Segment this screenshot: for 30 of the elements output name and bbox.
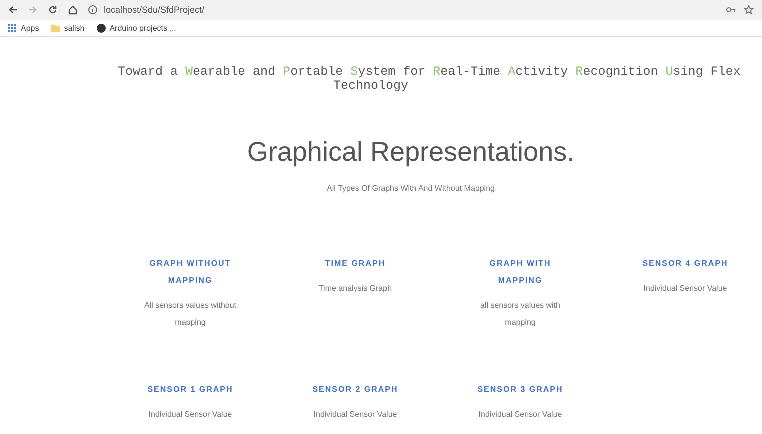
- key-icon[interactable]: [726, 5, 736, 15]
- card-title[interactable]: SENSOR 1 GRAPH: [140, 381, 240, 398]
- star-icon[interactable]: [744, 5, 754, 15]
- apps-icon: [8, 24, 17, 32]
- card-description: Individual Sensor Value: [642, 283, 728, 295]
- section-heading: Graphical Representations.: [246, 137, 576, 168]
- home-icon[interactable]: [68, 5, 78, 15]
- info-icon[interactable]: [88, 5, 98, 15]
- address-field[interactable]: localhost/Sdu/SfdProject/: [104, 5, 205, 15]
- bookmark[interactable]: Arduino projects ...: [110, 24, 176, 32]
- bookmark[interactable]: salish: [64, 24, 85, 32]
- card-title[interactable]: SENSOR 2 GRAPH: [306, 381, 406, 398]
- card-description: Individual Sensor Value: [478, 409, 564, 421]
- card-description: All sensors values without mapping: [143, 300, 238, 329]
- card-title[interactable]: GRAPH WITH MAPPING: [470, 255, 570, 289]
- card-title[interactable]: SENSOR 3 GRAPH: [470, 381, 570, 398]
- folder-icon: [51, 24, 60, 32]
- card-title[interactable]: SENSOR 4 GRAPH: [636, 255, 736, 272]
- bookmark[interactable]: Apps: [21, 24, 40, 32]
- card-title[interactable]: TIME GRAPH: [306, 255, 406, 272]
- card-description: Individual Sensor Value: [148, 409, 234, 421]
- card-title[interactable]: GRAPH WITHOUT MAPPING: [140, 255, 240, 289]
- page-title: Toward a Wearable and Portable System for Real-Time Activity Recognition Using Flex: [118, 65, 742, 79]
- page-title: Technology: [333, 79, 408, 93]
- reload-icon[interactable]: [48, 5, 58, 15]
- card-description: all sensors values with mapping: [479, 300, 562, 329]
- card-description: Individual Sensor Value: [312, 409, 398, 421]
- card-description: Time analysis Graph: [318, 283, 394, 295]
- back-icon[interactable]: [8, 5, 18, 15]
- section-subheading: All Types Of Graphs With And Without Mapping: [326, 184, 496, 193]
